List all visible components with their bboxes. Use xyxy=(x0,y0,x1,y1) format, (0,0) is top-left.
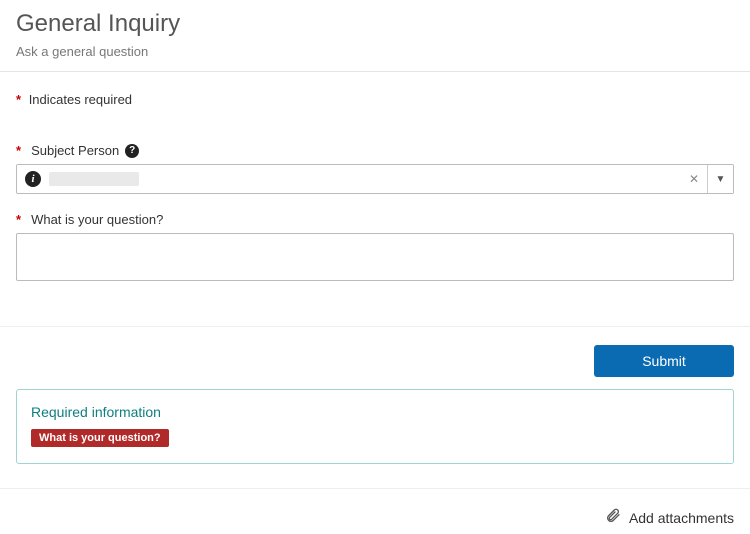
error-badge[interactable]: What is your question? xyxy=(31,429,169,447)
subject-person-select-main[interactable]: i xyxy=(17,165,681,193)
subject-person-label-row: * Subject Person ? xyxy=(16,143,734,158)
question-field: * What is your question? xyxy=(16,212,734,284)
question-input[interactable] xyxy=(16,233,734,281)
paperclip-icon[interactable] xyxy=(605,507,621,528)
chevron-down-icon[interactable]: ▼ xyxy=(707,165,733,193)
question-label: What is your question? xyxy=(31,212,163,227)
form-body: * Indicates required * Subject Person ? … xyxy=(0,72,750,327)
required-star-icon: * xyxy=(16,143,21,158)
question-label-row: * What is your question? xyxy=(16,212,734,227)
footer: Add attachments xyxy=(0,488,750,534)
info-icon: i xyxy=(25,171,41,187)
subject-person-value xyxy=(49,172,139,186)
required-info-panel: Required information What is your questi… xyxy=(16,389,734,464)
required-star-icon: * xyxy=(16,212,21,227)
add-attachments-link[interactable]: Add attachments xyxy=(629,510,734,526)
subject-person-select[interactable]: i ✕ ▼ xyxy=(16,164,734,194)
subject-person-field: * Subject Person ? i ✕ ▼ xyxy=(16,143,734,194)
required-info-title: Required information xyxy=(31,404,719,420)
required-legend: * Indicates required xyxy=(16,92,734,107)
required-legend-text: Indicates required xyxy=(29,92,132,107)
required-star-icon: * xyxy=(16,92,21,107)
page-subtitle: Ask a general question xyxy=(16,44,734,59)
submit-button[interactable]: Submit xyxy=(594,345,734,377)
subject-person-label: Subject Person xyxy=(31,143,119,158)
page-title: General Inquiry xyxy=(16,10,734,38)
clear-icon[interactable]: ✕ xyxy=(681,165,707,193)
actions-row: Submit xyxy=(0,327,750,377)
page-header: General Inquiry Ask a general question xyxy=(0,0,750,72)
help-icon[interactable]: ? xyxy=(125,144,139,158)
